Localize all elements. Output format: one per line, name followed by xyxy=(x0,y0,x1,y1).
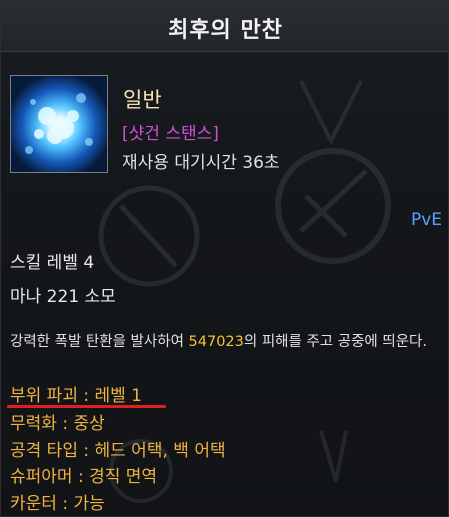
mode-label: PvE xyxy=(410,210,442,230)
description-text: 의 피해를 주고 공중에 띄운다. xyxy=(243,334,427,350)
skill-grade: 일반 xyxy=(123,88,162,112)
mana-cost: 마나 221 소모 xyxy=(10,287,116,307)
description-text: 강력한 폭발 탄환을 발사하여 xyxy=(10,334,189,350)
highlight-underline xyxy=(7,405,166,408)
attribute-counter: 카운터 : 가능 xyxy=(10,494,105,514)
skill-level: 스킬 레벨 4 xyxy=(10,253,95,273)
title-bar: 최후의 만찬 xyxy=(1,1,448,52)
attribute-part-break: 부위 파괴 : 레벨 1 xyxy=(10,386,142,406)
damage-value: 547023 xyxy=(188,334,244,350)
attribute-super-armor: 슈퍼아머 : 경직 면역 xyxy=(10,467,158,487)
skill-title: 최후의 만찬 xyxy=(168,18,283,43)
attribute-stagger: 무력화 : 중상 xyxy=(10,414,105,434)
attribute-attack-type: 공격 타입 : 헤드 어택, 백 어택 xyxy=(10,441,226,461)
explosion-skill-icon xyxy=(10,75,108,173)
skill-cooldown: 재사용 대기시간 36초 xyxy=(122,153,280,173)
skill-stance: [샷건 스탠스] xyxy=(122,124,219,144)
skill-description: 강력한 폭발 탄환을 발사하여 547023의 피해를 주고 공중에 띄운다. xyxy=(10,331,442,354)
skill-tooltip: 최후의 만찬 일반 [샷건 스탠스] 재사용 대기시간 36초 PvE 스킬 레… xyxy=(0,0,449,517)
